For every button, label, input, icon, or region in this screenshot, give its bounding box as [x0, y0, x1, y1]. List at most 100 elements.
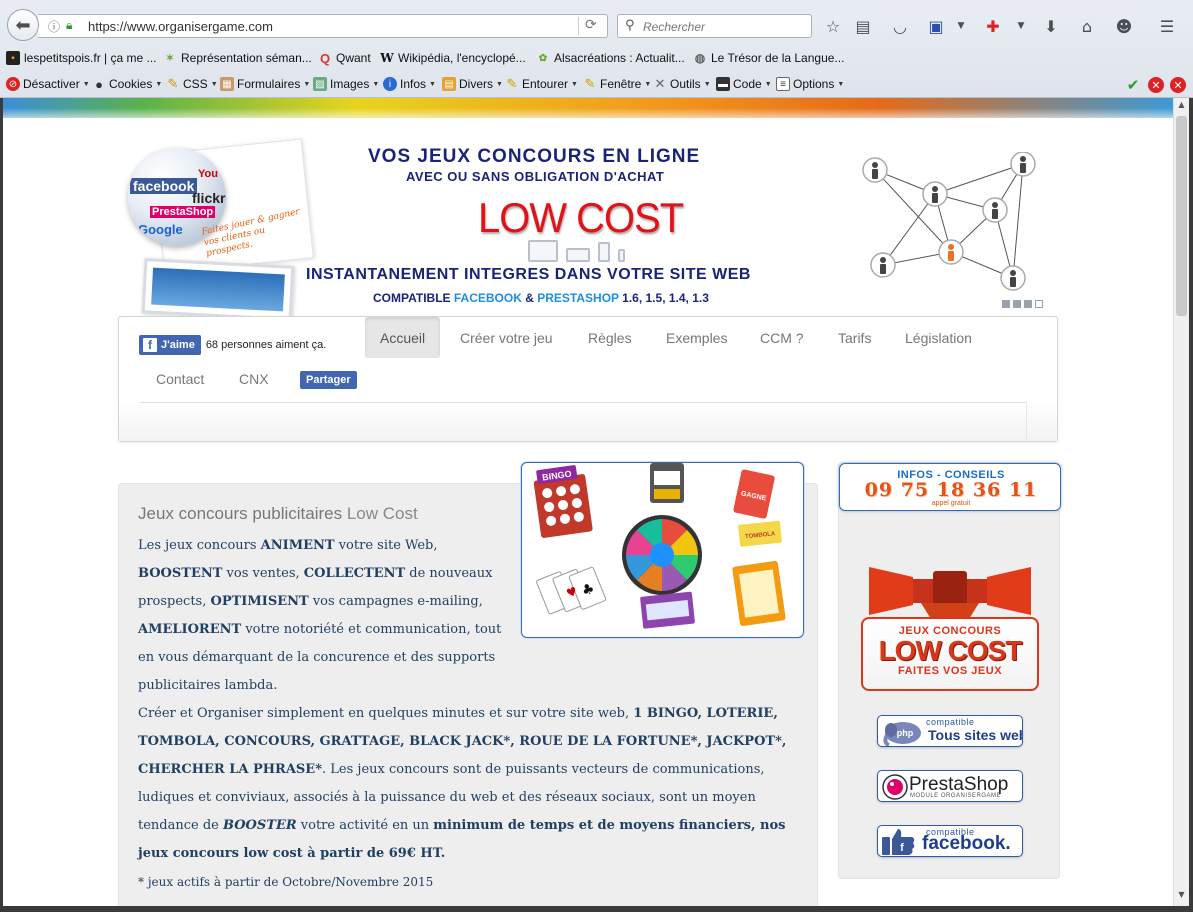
reload-icon[interactable]: ⟳	[585, 17, 597, 33]
bookmark-qwant[interactable]: Q Qwant	[318, 51, 371, 66]
devbar-fenetre[interactable]: ✎ Fenêtre ▼	[583, 76, 652, 91]
bookmark-wikipedia[interactable]: W Wikipédia, l'encyclopé...	[380, 51, 525, 65]
nav-tarifs[interactable]: Tarifs	[823, 320, 886, 356]
chevron-down-icon: ▼	[764, 80, 772, 88]
arrow-left-icon: ⬅	[15, 14, 31, 36]
bookmark-representation[interactable]: ✶ Représentation séman...	[163, 51, 312, 65]
banner-title: VOS JEUX CONCOURS EN LIGNE	[368, 146, 701, 167]
chevron-down-icon: ▼	[644, 80, 652, 88]
nav-regles[interactable]: Règles	[573, 320, 647, 356]
search-bar[interactable]: ⚲ Rechercher	[617, 14, 812, 38]
text-run: votre activité en un	[296, 818, 434, 833]
badge-line2: LOW COST	[878, 635, 1023, 666]
devbar-infos[interactable]: i Infos ▼	[383, 77, 436, 91]
search-icon: ⚲	[625, 18, 635, 33]
slider-dot[interactable]	[1024, 300, 1032, 308]
close-icon[interactable]: ✕	[1148, 77, 1164, 93]
compat-prestashop-badge[interactable]: PrestaShop MODULE ORGANISERGAME	[877, 770, 1023, 802]
nav-ccm[interactable]: CCM ?	[745, 320, 819, 356]
facebook-like-button[interactable]: f J'aime	[139, 335, 201, 355]
bookmark-alsacreations[interactable]: ✿ Alsacréations : Actualit...	[536, 51, 685, 65]
devbar-desactiver[interactable]: ⊘ Désactiver ▼	[6, 77, 90, 91]
compat-php-badge[interactable]: php compatible Tous sites web	[877, 715, 1023, 747]
devbar-cookies[interactable]: ● Cookies ▼	[92, 77, 162, 92]
devbar-code[interactable]: ▬ Code ▼	[716, 77, 772, 91]
nav-divider	[1026, 402, 1027, 442]
nav-creer-votre-jeu[interactable]: Créer votre jeu	[445, 320, 568, 356]
save-icon[interactable]: ▣	[925, 15, 947, 37]
navigation-toolbar: ⓘ 🔒︎ https://www.organisergame.com ⟳ ⬅ ⚲…	[0, 6, 1193, 44]
devbar-images[interactable]: ▨ Images ▼	[313, 77, 379, 91]
chevron-down-icon[interactable]: ▼	[950, 15, 972, 37]
banner-compat-line: COMPATIBLE FACEBOOK & PRESTASHOP 1.6, 1.…	[373, 291, 709, 305]
url-bar[interactable]: ⓘ 🔒︎ https://www.organisergame.com ⟳	[38, 14, 608, 38]
text-run: Créer et Organiser simplement en quelque…	[138, 706, 634, 721]
info-icon[interactable]: ⓘ	[48, 18, 60, 35]
nav-contact[interactable]: Contact	[141, 361, 219, 397]
chevron-down-icon[interactable]: ▼	[1010, 15, 1032, 37]
devbar-label: CSS	[183, 77, 208, 91]
compat-fb-big: facebook.	[922, 833, 1011, 854]
chevron-down-icon: ▼	[429, 80, 436, 88]
menu-icon[interactable]: ☰	[1156, 15, 1178, 37]
pocket-icon[interactable]: ◡	[889, 15, 911, 37]
header-rainbow-strip	[3, 98, 1173, 118]
back-button[interactable]: ⬅	[7, 9, 39, 41]
first-aid-icon[interactable]: ✚	[982, 15, 1004, 37]
slider-dot[interactable]	[1002, 300, 1010, 308]
vertical-scrollbar[interactable]: ▲ ▼	[1173, 98, 1189, 906]
nav-exemples[interactable]: Exemples	[651, 320, 742, 356]
network-graph-image	[862, 152, 1036, 291]
nav-legislation[interactable]: Législation	[890, 320, 987, 356]
slider-dot[interactable]	[1013, 300, 1021, 308]
reading-list-icon[interactable]: ▤	[852, 15, 874, 37]
devbar-label: Désactiver	[23, 77, 80, 91]
facebook-thumb-icon: f	[882, 829, 915, 855]
nav-cnx[interactable]: CNX	[224, 361, 284, 397]
devices-icon	[528, 240, 625, 262]
devbar-entourer[interactable]: ✎ Entourer ▼	[505, 76, 578, 91]
smiley-icon[interactable]: ☻	[1113, 15, 1135, 37]
close-icon[interactable]: ✕	[1170, 77, 1186, 93]
home-icon[interactable]: ⌂	[1076, 15, 1098, 37]
chevron-down-icon: ▼	[82, 80, 90, 88]
text-run: ANIMENT	[260, 538, 335, 553]
scrollbar-thumb[interactable]	[1176, 116, 1187, 316]
compat-facebook-badge[interactable]: f compatible facebook.	[877, 825, 1023, 857]
globe-icon: ◍	[694, 51, 706, 65]
bookmark-label: lespetitspois.fr | ça me ...	[24, 51, 157, 65]
star-icon[interactable]: ☆	[822, 15, 844, 37]
games-illustration: BINGO GAGNE TOMBOLA ♣ ♥	[533, 463, 786, 629]
bookmark-tresor[interactable]: ◍ Le Trésor de la Langue...	[693, 51, 845, 65]
nav-accueil[interactable]: Accueil	[365, 317, 441, 358]
slider-dot-active[interactable]	[1035, 300, 1043, 308]
banner-photo-frame	[141, 258, 295, 321]
devbar-css[interactable]: ✎ CSS ▼	[166, 76, 218, 91]
web-developer-toolbar: ⊘ Désactiver ▼ ● Cookies ▼ ✎ CSS ▼ ▦ Formulaire…	[0, 74, 1193, 96]
tools-icon: ✕	[654, 76, 666, 91]
banner-line3: INSTANTANEMENT INTEGRES DANS VOTRE SITE …	[306, 266, 751, 283]
facebook-share-button[interactable]: Partager	[300, 371, 357, 389]
devbar-outils[interactable]: ✕ Outils ▼	[653, 76, 711, 91]
url-identity[interactable]: ⓘ 🔒︎	[48, 18, 72, 35]
bookmark-lespetitspois[interactable]: ▪ lespetitspois.fr | ça me ...	[6, 51, 157, 65]
devbar-options[interactable]: ≡ Options ▼	[776, 77, 844, 91]
text-run: AMELIORENT	[138, 622, 242, 637]
jeux-concours-badge[interactable]: JEUX CONCOURS LOW COST FAITES VOS JEUX	[861, 561, 1039, 691]
devbar-formulaires[interactable]: ▦ Formulaires ▼	[220, 77, 310, 91]
search-placeholder[interactable]: Rechercher	[643, 20, 705, 34]
devbar-divers[interactable]: ▤ Divers ▼	[442, 77, 503, 91]
contact-phone-box[interactable]: INFOS - CONSEILS 09 75 18 36 11 appel gr…	[839, 463, 1061, 511]
lock-icon[interactable]: 🔒︎	[66, 18, 72, 35]
prestashop-icon	[882, 774, 908, 800]
url-text[interactable]: https://www.organisergame.com	[88, 19, 273, 34]
devbar-label: Options	[793, 77, 835, 91]
scroll-down-icon[interactable]: ▼	[1174, 890, 1189, 904]
download-icon[interactable]: ⬇	[1040, 15, 1062, 37]
scroll-up-icon[interactable]: ▲	[1174, 100, 1189, 114]
check-icon[interactable]: ✔	[1125, 76, 1141, 94]
folder-icon: ▤	[442, 77, 456, 91]
svg-text:php: php	[897, 728, 914, 738]
header-banner[interactable]: facebook flickr PrestaShop Google You Fa…	[118, 138, 1063, 321]
text-run: votre site Web,	[334, 538, 438, 553]
